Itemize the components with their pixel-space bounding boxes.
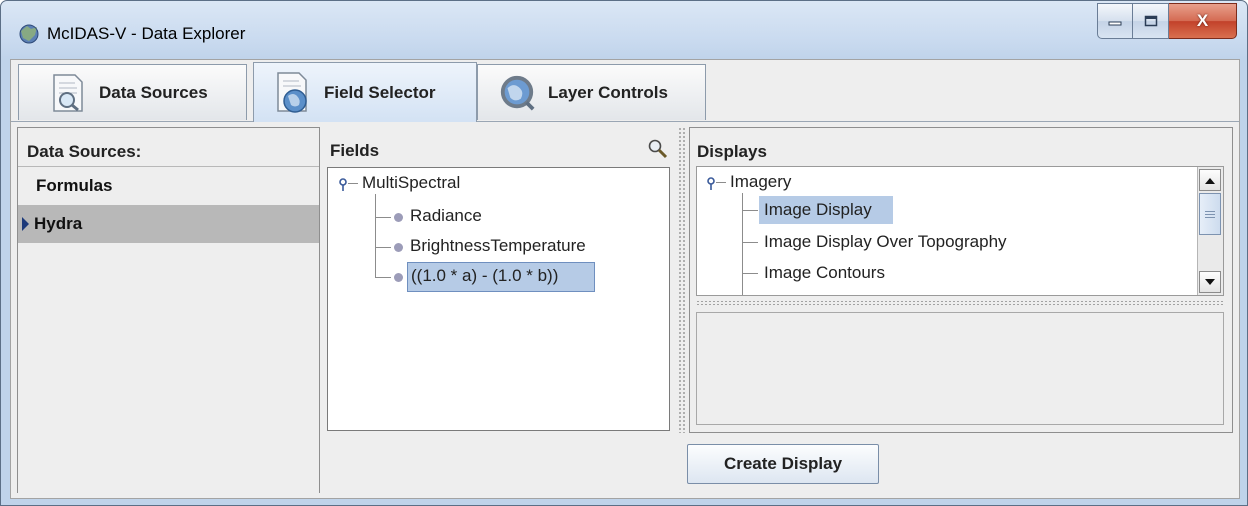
- scroll-thumb[interactable]: [1199, 193, 1221, 235]
- tree-item-image-display[interactable]: Image Display: [764, 200, 872, 220]
- displays-panel: Displays Imagery Image Display Image Dis…: [689, 127, 1233, 433]
- tree-item-brightness-temperature[interactable]: BrightnessTemperature: [410, 236, 586, 256]
- fields-panel: Fields MultiSpectral Radiance Brightness…: [325, 127, 677, 433]
- arrow-up-icon: [1205, 177, 1215, 184]
- close-button[interactable]: X: [1169, 3, 1237, 39]
- list-item-formulas[interactable]: Formulas: [18, 167, 319, 205]
- maximize-icon: [1144, 15, 1157, 27]
- tree-root-imagery[interactable]: Imagery: [730, 172, 791, 192]
- close-icon: X: [1196, 11, 1209, 30]
- tree-node-expanded-icon[interactable]: [338, 178, 350, 192]
- tree-connector: [348, 183, 358, 184]
- tree-connector: [375, 217, 391, 218]
- tab-label: Data Sources: [99, 82, 208, 102]
- list-item-label: Formulas: [36, 176, 113, 195]
- tab-data-sources[interactable]: Data Sources: [18, 64, 247, 120]
- tree-node-expanded-icon[interactable]: [706, 177, 718, 191]
- vertical-splitter[interactable]: [678, 127, 686, 433]
- tree-connector: [742, 210, 758, 211]
- displays-scrollbar[interactable]: [1197, 167, 1223, 295]
- tree-connector: [375, 247, 391, 248]
- tree-connector: [375, 277, 391, 278]
- globe-magnifier-icon: [498, 73, 536, 113]
- minimize-button[interactable]: [1097, 3, 1133, 39]
- leaf-icon: [394, 273, 403, 282]
- fields-tree: MultiSpectral Radiance BrightnessTempera…: [327, 167, 670, 431]
- create-display-label: Create Display: [723, 454, 843, 473]
- fields-heading: Fields: [330, 141, 380, 160]
- tree-item-radiance[interactable]: Radiance: [410, 206, 482, 226]
- arrow-down-icon: [1205, 278, 1215, 285]
- mcidas-app-icon: [19, 24, 39, 44]
- window-title: McIDAS-V - Data Explorer: [47, 24, 246, 43]
- title-bar[interactable]: McIDAS-V - Data Explorer X: [1, 1, 1247, 59]
- tree-connector: [716, 182, 726, 183]
- list-item-hydra[interactable]: Hydra: [18, 205, 319, 243]
- data-sources-heading: Data Sources:: [27, 142, 142, 161]
- tree-connector: [375, 194, 376, 278]
- data-explorer-window: McIDAS-V - Data Explorer X Data Sources …: [0, 0, 1248, 506]
- horizontal-splitter[interactable]: [696, 300, 1224, 306]
- document-globe-icon: [274, 71, 312, 113]
- tree-root-multispectral[interactable]: MultiSpectral: [362, 173, 460, 193]
- data-sources-panel: Data Sources: Formulas Hydra: [17, 127, 320, 493]
- tree-connector: [742, 242, 758, 243]
- tree-item-image-display-over-topography[interactable]: Image Display Over Topography: [764, 232, 1007, 252]
- tab-layer-controls[interactable]: Layer Controls: [477, 64, 706, 120]
- maximize-button[interactable]: [1133, 3, 1169, 39]
- window-controls: X: [1097, 3, 1237, 43]
- explorer-content: Data Sources Field Selector Layer Contro…: [10, 59, 1240, 499]
- minimize-icon: [1108, 21, 1122, 26]
- leaf-icon: [394, 213, 403, 222]
- search-icon[interactable]: [647, 138, 669, 160]
- tree-item-formula[interactable]: ((1.0 * a) - (1.0 * b)): [411, 266, 558, 286]
- leaf-icon: [394, 243, 403, 252]
- tree-connector: [742, 273, 758, 274]
- list-item-label: Hydra: [34, 214, 83, 233]
- tab-field-selector[interactable]: Field Selector: [253, 62, 477, 122]
- displays-heading: Displays: [697, 142, 767, 161]
- scroll-up-button[interactable]: [1199, 169, 1221, 191]
- data-sources-list: Formulas Hydra: [18, 166, 319, 493]
- tab-bar: Data Sources Field Selector Layer Contro…: [11, 60, 1239, 122]
- tab-label: Layer Controls: [548, 82, 668, 102]
- expand-arrow-icon[interactable]: [22, 217, 29, 231]
- create-display-button[interactable]: Create Display: [687, 444, 879, 484]
- display-settings-area: [696, 312, 1224, 425]
- tree-item-image-contours[interactable]: Image Contours: [764, 263, 885, 283]
- displays-tree: Imagery Image Display Image Display Over…: [696, 166, 1224, 296]
- tab-label: Field Selector: [324, 82, 436, 102]
- tree-connector: [742, 193, 743, 295]
- document-magnifier-icon: [49, 73, 87, 113]
- scroll-down-button[interactable]: [1199, 271, 1221, 293]
